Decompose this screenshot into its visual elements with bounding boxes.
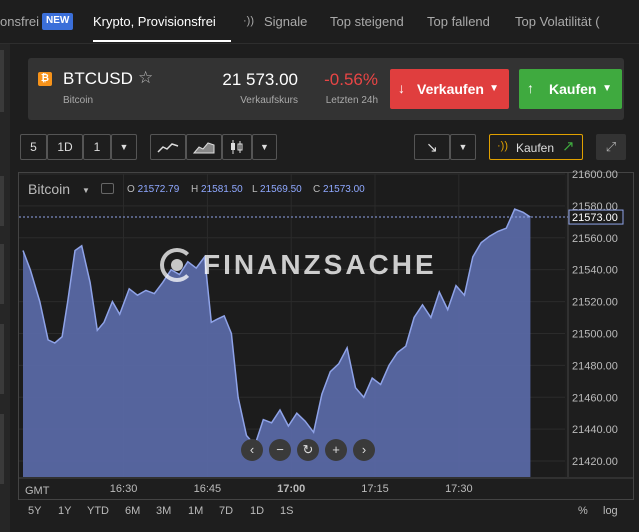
plus-icon[interactable]: +: [325, 439, 347, 461]
range-ytd[interactable]: YTD: [87, 505, 109, 517]
range-1s[interactable]: 1S: [280, 505, 293, 517]
y-tick-label: 21520.00: [572, 297, 618, 309]
ohlc-low: L 21569.50: [252, 184, 302, 195]
reset-icon[interactable]: ↻: [297, 439, 319, 461]
range-1d[interactable]: 1D: [250, 505, 264, 517]
y-tick-label: 21460.00: [572, 392, 618, 404]
range-6m[interactable]: 6M: [125, 505, 140, 517]
range-7d[interactable]: 7D: [219, 505, 233, 517]
minus-icon[interactable]: −: [269, 439, 291, 461]
timezone-label: GMT: [25, 485, 50, 497]
watermark-text: FINANZSACHE: [203, 249, 437, 280]
y-tick-label: 21540.00: [572, 265, 618, 277]
y-tick-label: 21440.00: [572, 424, 618, 436]
chevron-left-icon[interactable]: ‹: [241, 439, 263, 461]
range-1y[interactable]: 1Y: [58, 505, 71, 517]
series-name[interactable]: Bitcoin: [28, 181, 70, 197]
ohlc-close: C 21573.00: [313, 184, 365, 195]
range-3m[interactable]: 3M: [156, 505, 171, 517]
chevron-down-icon[interactable]: ▼: [82, 186, 90, 195]
ohlc-high: H 21581.50: [191, 184, 243, 195]
x-tick-label: 17:00: [277, 483, 305, 495]
trading-page: onsfrei NEW Krypto, Provisionsfrei ·)) S…: [0, 0, 639, 532]
y-tick-label: 21420.00: [572, 456, 618, 468]
eye-icon[interactable]: [101, 183, 114, 194]
ohlc-open: O 21572.79: [127, 184, 180, 195]
current-price-label: 21573.00: [572, 212, 618, 224]
x-tick-label: 17:30: [445, 483, 473, 495]
y-tick-label: 21600.00: [572, 169, 618, 181]
x-tick-label: 16:45: [194, 483, 222, 495]
range-1m[interactable]: 1M: [188, 505, 203, 517]
x-tick-label: 17:15: [361, 483, 389, 495]
percent-scale-toggle[interactable]: %: [578, 505, 588, 517]
y-tick-label: 21560.00: [572, 233, 618, 245]
y-tick-label: 21500.00: [572, 328, 618, 340]
y-tick-label: 21480.00: [572, 360, 618, 372]
log-scale-toggle[interactable]: log: [603, 505, 618, 517]
watermark-logo: FINANZSACHE: [160, 246, 480, 286]
x-tick-label: 16:30: [110, 483, 138, 495]
chevron-right-icon[interactable]: ›: [353, 439, 375, 461]
range-5y[interactable]: 5Y: [28, 505, 41, 517]
